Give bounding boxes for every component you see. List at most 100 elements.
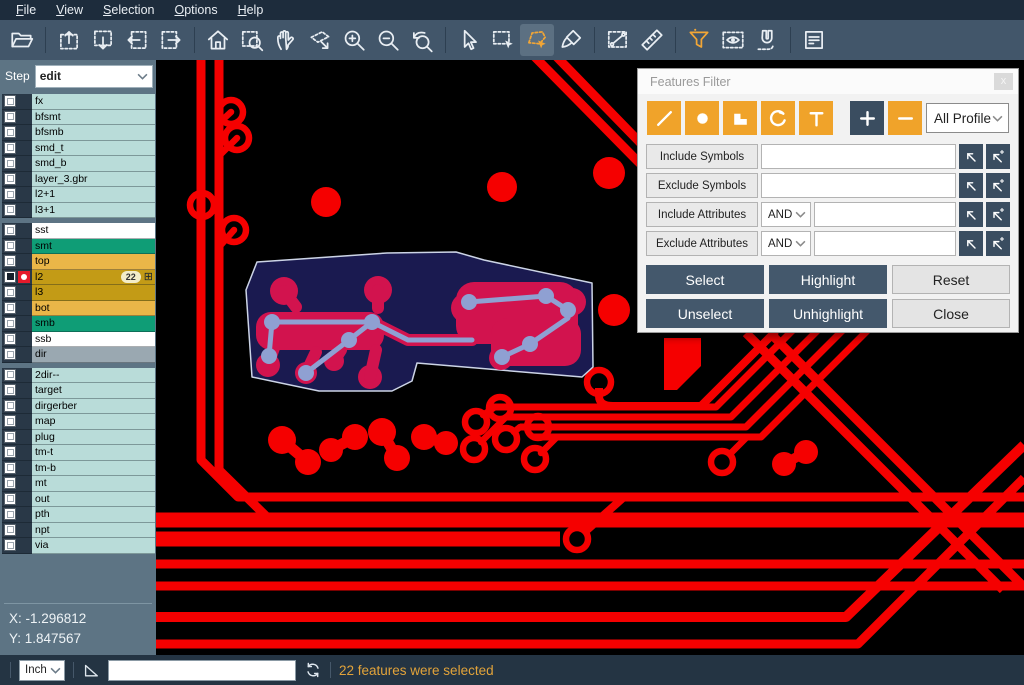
unhighlight-button[interactable]: Unhighlight	[769, 299, 887, 328]
layer-row-sst[interactable]: sst	[2, 223, 155, 239]
layer-row-plug[interactable]: plug	[2, 430, 155, 446]
layer-row-tm-b[interactable]: tm-b	[2, 461, 155, 477]
exclude-attributes-button[interactable]: Exclude Attributes	[646, 231, 758, 256]
layer-row-ssb[interactable]: ssb	[2, 332, 155, 348]
layer-visibility-checkbox[interactable]	[4, 333, 16, 345]
scroll-up-button[interactable]	[52, 24, 86, 56]
layer-visibility-checkbox[interactable]	[4, 400, 16, 412]
layer-name[interactable]: smb	[32, 316, 155, 332]
layer-visibility-checkbox[interactable]	[4, 173, 16, 185]
highlight-button[interactable]: Highlight	[769, 265, 887, 294]
layer-visibility-checkbox[interactable]	[4, 524, 16, 536]
pick-from-canvas-button[interactable]	[959, 202, 983, 227]
layer-row-2dir--[interactable]: 2dir--	[2, 368, 155, 384]
rectangle-select-button[interactable]	[486, 24, 520, 56]
layer-visibility-checkbox[interactable]	[4, 157, 16, 169]
layer-name[interactable]: smt	[32, 239, 155, 255]
layer-row-tm-t[interactable]: tm-t	[2, 445, 155, 461]
zoom-out-button[interactable]	[371, 24, 405, 56]
layer-row-bfsmb[interactable]: bfsmb	[2, 125, 155, 141]
layer-name[interactable]: bot	[32, 301, 155, 317]
layer-name[interactable]: target	[32, 383, 155, 399]
layer-row-pth[interactable]: pth	[2, 507, 155, 523]
filter-line-button[interactable]	[647, 101, 681, 135]
layer-visibility-checkbox[interactable]	[4, 431, 16, 443]
step-dropdown[interactable]: edit	[35, 65, 153, 88]
pick-from-canvas-button[interactable]	[959, 144, 983, 169]
reset-button[interactable]: Reset	[892, 265, 1010, 294]
show-selection-button[interactable]	[716, 24, 750, 56]
menu-view[interactable]: View	[46, 2, 93, 19]
polygon-select-button[interactable]	[520, 24, 554, 56]
open-button[interactable]	[5, 24, 39, 56]
exclude-attributes-input[interactable]	[814, 231, 956, 256]
active-layer-indicator[interactable]	[18, 271, 30, 283]
layer-name[interactable]: pth	[32, 507, 155, 523]
snap-button[interactable]	[750, 24, 784, 56]
filter-add-button[interactable]	[850, 101, 884, 135]
layer-visibility-checkbox[interactable]	[4, 446, 16, 458]
layer-name[interactable]: l222⊞	[32, 270, 155, 286]
profile-filter-dropdown[interactable]: All Profile	[926, 103, 1009, 133]
layer-visibility-checkbox[interactable]	[4, 415, 16, 427]
layers-panel-button[interactable]	[797, 24, 831, 56]
layer-row-smd_t[interactable]: smd_t	[2, 141, 155, 157]
layer-name[interactable]: l3+1	[32, 203, 155, 219]
layer-name[interactable]: sst	[32, 223, 155, 239]
layer-name[interactable]: tm-b	[32, 461, 155, 477]
features-filter-button[interactable]	[682, 24, 716, 56]
menu-help[interactable]: Help	[228, 2, 274, 19]
filter-arc-button[interactable]	[761, 101, 795, 135]
layer-name[interactable]: map	[32, 414, 155, 430]
layer-row-dirgerber[interactable]: dirgerber	[2, 399, 155, 415]
layer-row-dir[interactable]: dir	[2, 347, 155, 363]
scroll-right-button[interactable]	[154, 24, 188, 56]
exclude-attributes-operator-dropdown[interactable]: AND	[761, 231, 811, 256]
layer-row-fx[interactable]: fx	[2, 94, 155, 110]
ruler-button[interactable]	[635, 24, 669, 56]
menu-selection[interactable]: Selection	[93, 2, 164, 19]
layer-visibility-checkbox[interactable]	[4, 462, 16, 474]
units-dropdown[interactable]: Inch	[19, 660, 65, 681]
layer-row-smt[interactable]: smt	[2, 239, 155, 255]
layer-visibility-checkbox[interactable]	[4, 95, 16, 107]
layer-row-layer_3.gbr[interactable]: layer_3.gbr	[2, 172, 155, 188]
include-symbols-button[interactable]: Include Symbols	[646, 144, 758, 169]
layer-row-map[interactable]: map	[2, 414, 155, 430]
layer-visibility-checkbox[interactable]	[4, 384, 16, 396]
pick-from-canvas-button[interactable]	[959, 173, 983, 198]
layer-visibility-checkbox[interactable]	[4, 255, 16, 267]
close-button[interactable]: Close	[892, 299, 1010, 328]
layer-name[interactable]: tm-t	[32, 445, 155, 461]
layer-name[interactable]: out	[32, 492, 155, 508]
layer-row-target[interactable]: target	[2, 383, 155, 399]
command-input[interactable]	[108, 660, 296, 681]
layer-visibility-checkbox[interactable]	[4, 286, 16, 298]
select-button[interactable]: Select	[646, 265, 764, 294]
pick-from-canvas-button[interactable]	[959, 231, 983, 256]
layer-name[interactable]: bfsmb	[32, 125, 155, 141]
menu-options[interactable]: Options	[164, 2, 227, 19]
pick-add-from-canvas-button[interactable]	[986, 173, 1010, 198]
layer-row-bot[interactable]: bot	[2, 301, 155, 317]
layer-row-smd_b[interactable]: smd_b	[2, 156, 155, 172]
pick-add-from-canvas-button[interactable]	[986, 144, 1010, 169]
dialog-close-button[interactable]: x	[994, 73, 1013, 90]
clear-highlight-button[interactable]	[554, 24, 588, 56]
refresh-icon[interactable]	[304, 661, 322, 679]
layer-name[interactable]: npt	[32, 523, 155, 539]
select-tool-button[interactable]	[452, 24, 486, 56]
layer-name[interactable]: layer_3.gbr	[32, 172, 155, 188]
layer-visibility-checkbox[interactable]	[4, 493, 16, 505]
scroll-down-button[interactable]	[86, 24, 120, 56]
layer-name[interactable]: dir	[32, 347, 155, 363]
filter-surface-button[interactable]	[723, 101, 757, 135]
layer-visibility-checkbox[interactable]	[4, 477, 16, 489]
layer-visibility-checkbox[interactable]	[4, 348, 16, 360]
layer-name[interactable]: plug	[32, 430, 155, 446]
layer-name[interactable]: top	[32, 254, 155, 270]
filter-remove-button[interactable]	[888, 101, 922, 135]
include-attributes-operator-dropdown[interactable]: AND	[761, 202, 811, 227]
layer-row-smb[interactable]: smb	[2, 316, 155, 332]
layer-name[interactable]: smd_b	[32, 156, 155, 172]
